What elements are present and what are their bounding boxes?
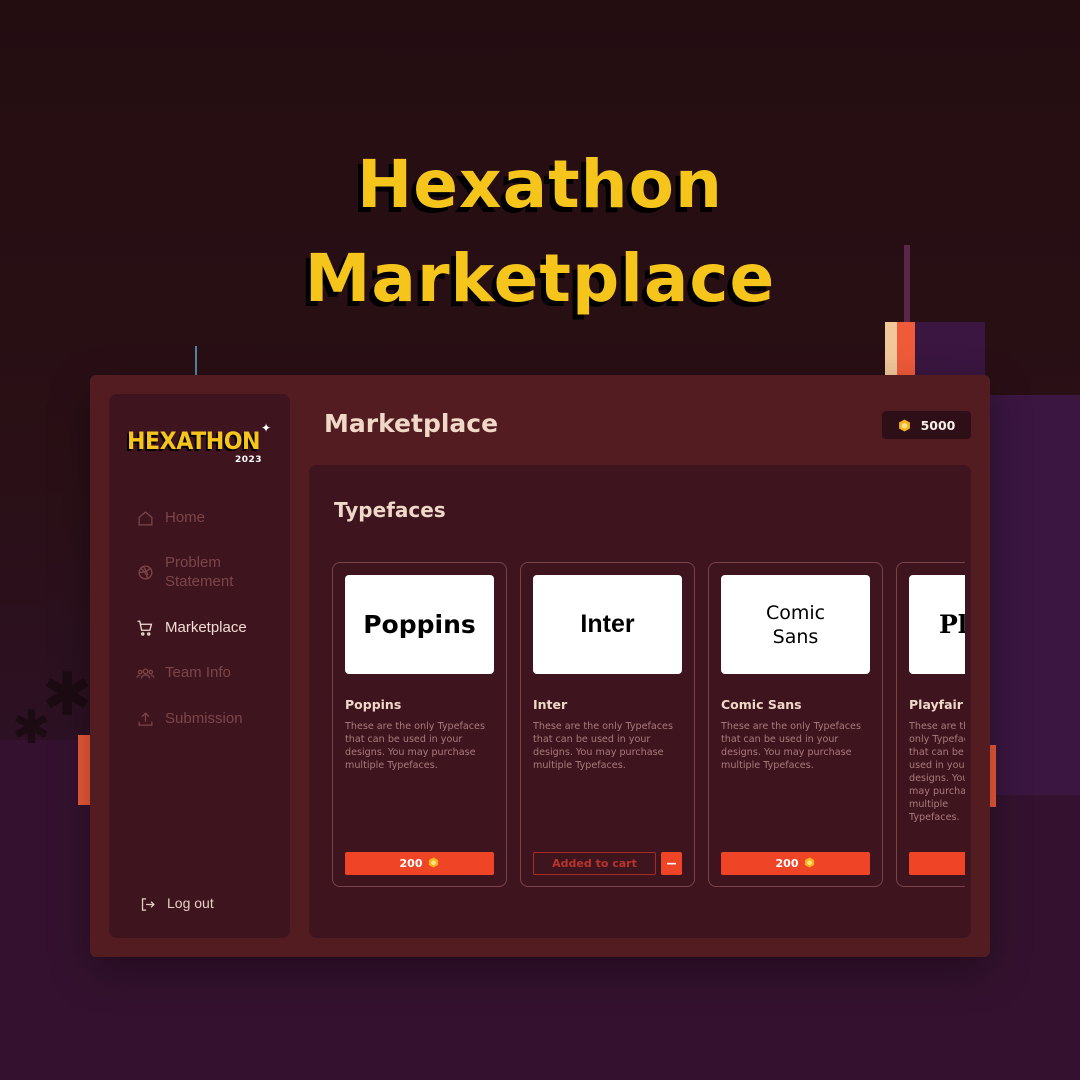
buy-button[interactable]: 200 xyxy=(721,852,870,875)
remove-from-cart-button[interactable]: − xyxy=(661,852,682,875)
coin-icon xyxy=(804,856,815,871)
typeface-preview: Inter xyxy=(533,575,682,674)
sidebar-item-team-info[interactable]: Team Info xyxy=(135,663,257,683)
background-spire xyxy=(195,346,197,378)
coin-balance: 5000 xyxy=(882,411,971,439)
typeface-card-playfair[interactable]: Pl Playfair These are the only Typefaces… xyxy=(896,562,965,887)
sparkle-icon: ✦ xyxy=(261,421,272,435)
typeface-name: Inter xyxy=(533,697,568,712)
typeface-card-comic-sans[interactable]: Comic Sans Comic Sans These are the only… xyxy=(708,562,883,887)
typeface-description: These are the only Typefaces that can be… xyxy=(721,721,861,771)
background-building-light xyxy=(885,322,897,377)
hexathon-logo[interactable]: HEXATHON 2023 ✦ xyxy=(127,421,277,471)
logo-year: 2023 xyxy=(235,455,263,465)
buy-button[interactable]: 200 xyxy=(345,852,494,875)
added-to-cart-button[interactable]: Added to cart xyxy=(533,852,656,875)
typeface-description: These are the only Typefaces that can be… xyxy=(533,721,673,771)
background-building-right xyxy=(990,395,1080,795)
logout-button[interactable]: Log out xyxy=(137,894,259,914)
typeface-card-poppins[interactable]: Poppins Poppins These are the only Typef… xyxy=(332,562,507,887)
typeface-preview: Pl xyxy=(909,575,965,674)
page-title: Marketplace xyxy=(324,409,499,438)
app-window: HEXATHON 2023 ✦ Home Problem Statement M… xyxy=(90,375,990,957)
coin-icon xyxy=(428,856,439,871)
sidebar-item-label: Submission xyxy=(165,710,243,727)
typeface-description: These are the only Typefaces that can be… xyxy=(909,721,965,823)
typeface-name: Playfair xyxy=(909,697,963,712)
sidebar: HEXATHON 2023 ✦ Home Problem Statement M… xyxy=(109,394,290,938)
coin-icon xyxy=(898,419,911,432)
dribbble-icon xyxy=(135,562,155,582)
sidebar-item-submission[interactable]: Submission xyxy=(135,709,257,729)
buy-button[interactable] xyxy=(909,852,965,875)
sidebar-item-label: Team Info xyxy=(165,664,231,681)
balance-value: 5000 xyxy=(920,417,956,433)
price-label: 200 xyxy=(775,857,799,870)
logout-label: Log out xyxy=(167,895,214,911)
sidebar-item-marketplace[interactable]: Marketplace xyxy=(135,618,257,638)
marketplace-panel: Typefaces Poppins Poppins These are the … xyxy=(309,465,971,938)
typeface-card-inter[interactable]: Inter Inter These are the only Typefaces… xyxy=(520,562,695,887)
background-orange-strip-right xyxy=(990,745,996,807)
price-label: 200 xyxy=(399,857,423,870)
typeface-name: Comic Sans xyxy=(721,697,802,712)
section-title: Typefaces xyxy=(334,498,446,522)
hero-headline: Hexathon Marketplace xyxy=(0,138,1080,326)
palm-tree-icon: ✱ xyxy=(12,700,51,754)
typeface-description: These are the only Typefaces that can be… xyxy=(345,721,485,771)
team-icon xyxy=(135,663,155,683)
sidebar-item-home[interactable]: Home xyxy=(135,508,257,528)
sidebar-item-problem-statement[interactable]: Problem Statement xyxy=(135,553,257,591)
logout-icon xyxy=(137,894,157,914)
typeface-name: Poppins xyxy=(345,697,402,712)
home-icon xyxy=(135,508,155,528)
logo-text: HEXATHON xyxy=(127,427,261,455)
background-orange-strip-left xyxy=(78,735,90,805)
typeface-preview: Comic Sans xyxy=(721,575,870,674)
typeface-cards-carousel[interactable]: Poppins Poppins These are the only Typef… xyxy=(332,562,965,888)
typeface-preview: Poppins xyxy=(345,575,494,674)
upload-icon xyxy=(135,709,155,729)
cart-icon xyxy=(135,618,155,638)
headline-line-1: Hexathon xyxy=(357,146,723,223)
headline-line-2: Marketplace xyxy=(304,240,776,317)
sidebar-item-label: Home xyxy=(165,509,206,526)
sidebar-item-label: Marketplace xyxy=(165,619,247,636)
sidebar-item-label: Problem Statement xyxy=(165,554,234,590)
